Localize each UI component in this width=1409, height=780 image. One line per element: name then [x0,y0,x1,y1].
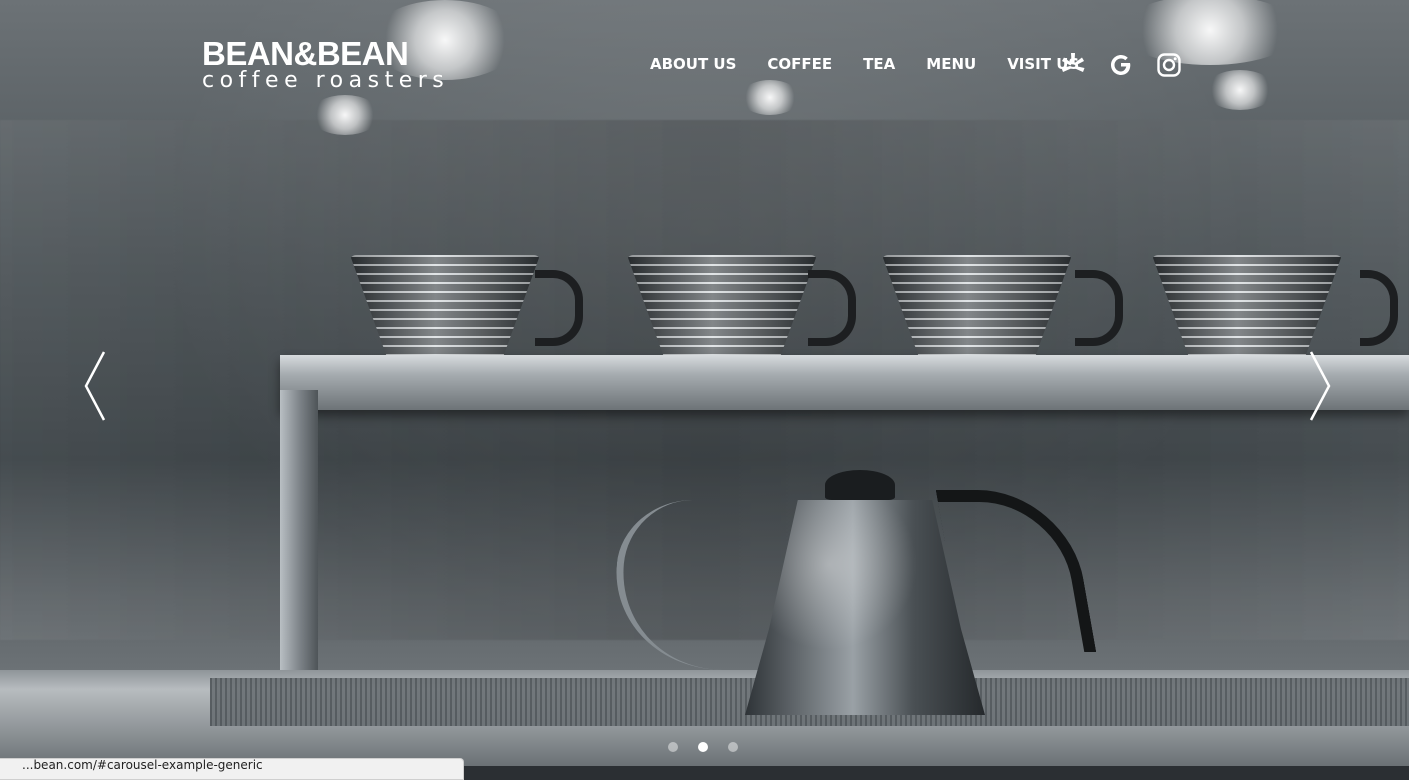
yelp-icon[interactable] [1058,50,1088,80]
dripper-stand-bar [280,355,1409,410]
dripper-handle [535,270,583,346]
dripper-handle [808,270,856,346]
chevron-right-icon [1309,351,1331,421]
social-links [1058,50,1184,80]
nav-tea[interactable]: TEA [863,54,895,74]
carousel-prev-button[interactable] [82,350,112,422]
carousel-dot-3[interactable] [728,742,738,752]
brand-tagline: coffee roasters [202,68,450,93]
browser-status-bar: ...bean.com/#carousel-example-generic [0,758,464,780]
main-nav: ABOUT US COFFEE TEA MENU VISIT US [650,54,1110,74]
hero-carousel [0,0,1409,766]
ceiling-light [310,95,380,135]
carousel-next-button[interactable] [1305,350,1335,422]
carousel-dot-2[interactable] [698,742,708,752]
dripper-stand-leg [280,390,318,705]
nav-coffee[interactable]: COFFEE [767,54,832,74]
google-icon[interactable] [1106,50,1136,80]
ceiling-light [740,80,800,115]
nav-menu[interactable]: MENU [926,54,976,74]
ceiling-light [1205,70,1275,110]
chevron-left-icon [84,351,106,421]
instagram-icon[interactable] [1154,50,1184,80]
kettle-lid [825,470,895,500]
dripper-handle [1075,270,1123,346]
brand-name: BEAN&BEAN [202,35,409,72]
carousel-dot-1[interactable] [668,742,678,752]
brand-logo[interactable]: BEAN&BEAN coffee roasters [202,36,449,92]
nav-about-us[interactable]: ABOUT US [650,54,736,74]
carousel-indicators [668,742,738,752]
status-url: ...bean.com/#carousel-example-generic [22,758,263,772]
